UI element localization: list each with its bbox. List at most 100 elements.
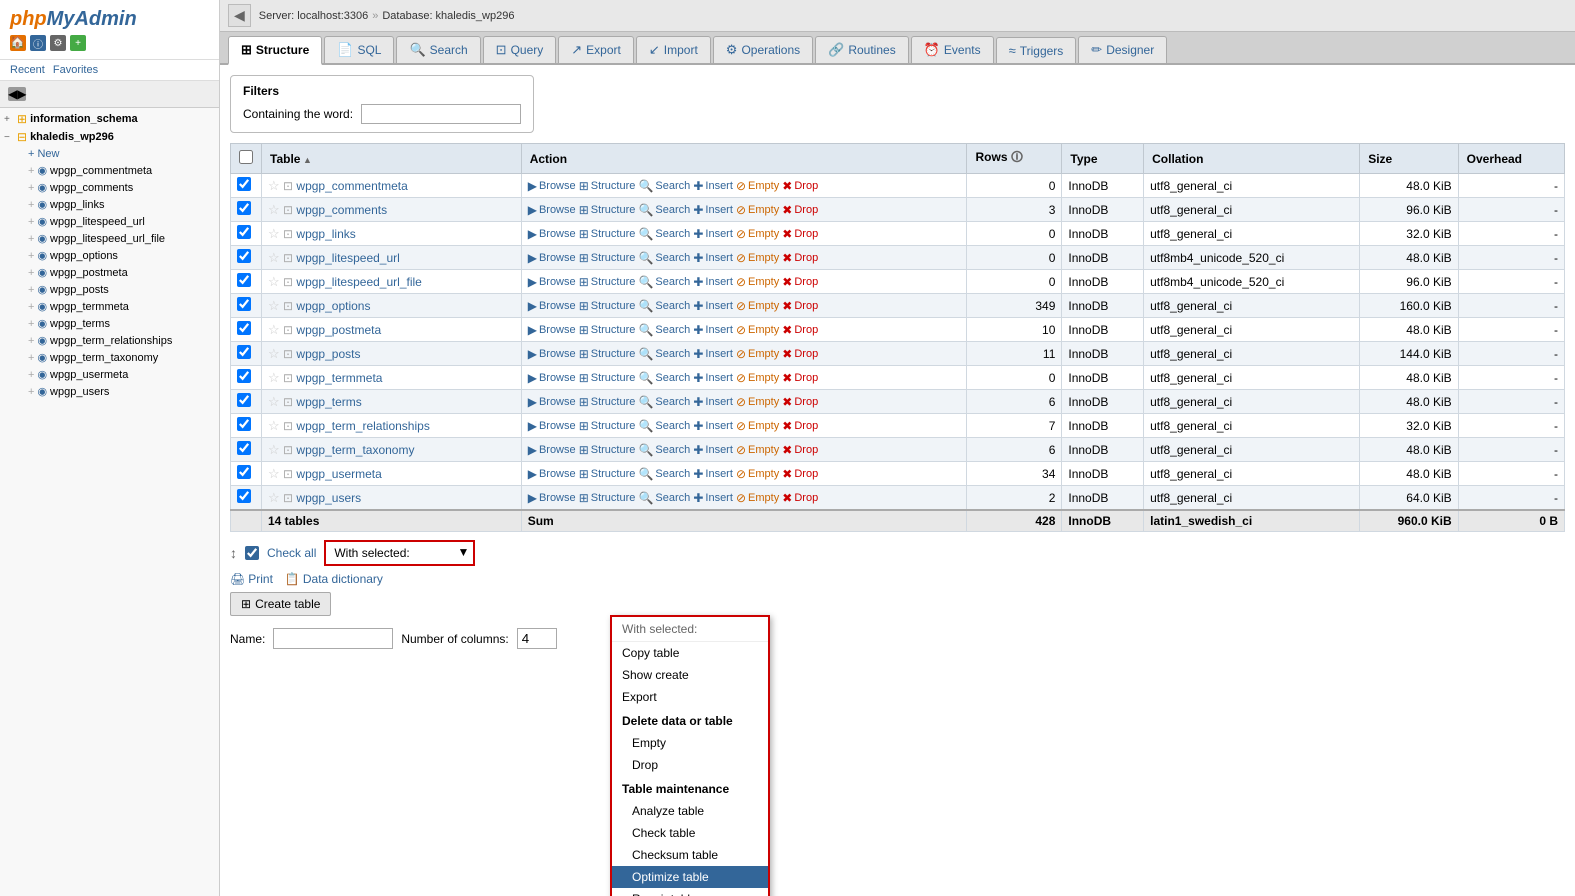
sidebar-item-wpgp-litespeed-url-file[interactable]: + ◉ wpgp_litespeed_url_file [0, 230, 219, 247]
drop-button[interactable]: ✖ Drop [782, 371, 818, 385]
table-name-input[interactable] [273, 628, 393, 649]
table-copy-icon[interactable]: ⊡ [283, 395, 293, 409]
sidebar-item-wpgp-terms[interactable]: + ◉ wpgp_terms [0, 315, 219, 332]
sidebar-item-wpgp-options[interactable]: + ◉ wpgp_options [0, 247, 219, 264]
empty-button[interactable]: ⊘ Empty [736, 467, 779, 481]
favorite-star-icon[interactable]: ☆ [268, 178, 280, 193]
drop-button[interactable]: ✖ Drop [782, 299, 818, 313]
favorite-star-icon[interactable]: ☆ [268, 370, 280, 385]
table-copy-icon[interactable]: ⊡ [283, 251, 293, 265]
table-copy-icon[interactable]: ⊡ [283, 371, 293, 385]
tab-events[interactable]: ⏰ Events [911, 36, 994, 63]
tab-export[interactable]: ↗ Export [558, 36, 634, 63]
row-checkbox[interactable] [237, 177, 251, 191]
favorite-star-icon[interactable]: ☆ [268, 298, 280, 313]
favorite-star-icon[interactable]: ☆ [268, 202, 280, 217]
empty-button[interactable]: ⊘ Empty [736, 395, 779, 409]
dropdown-item[interactable]: Show create [612, 664, 768, 686]
insert-button[interactable]: ✚ Insert [693, 179, 733, 193]
table-name-link[interactable]: wpgp_term_relationships [296, 419, 429, 433]
create-table-button[interactable]: ⊞ Create table [230, 592, 331, 616]
sidebar-item-wpgp-links[interactable]: + ◉ wpgp_links [0, 196, 219, 213]
insert-button[interactable]: ✚ Insert [693, 275, 733, 289]
drop-button[interactable]: ✖ Drop [782, 227, 818, 241]
row-checkbox[interactable] [237, 369, 251, 383]
table-name-link[interactable]: wpgp_termmeta [296, 371, 382, 385]
browse-button[interactable]: ▶ Browse [528, 203, 576, 217]
table-name-link[interactable]: wpgp_comments [296, 203, 387, 217]
search-button[interactable]: 🔍 Search [638, 323, 690, 337]
browse-button[interactable]: ▶ Browse [528, 227, 576, 241]
table-copy-icon[interactable]: ⊡ [283, 275, 293, 289]
empty-button[interactable]: ⊘ Empty [736, 347, 779, 361]
table-name-link[interactable]: wpgp_litespeed_url_file [296, 275, 421, 289]
row-checkbox[interactable] [237, 297, 251, 311]
select-all-checkbox[interactable] [239, 150, 253, 164]
search-button[interactable]: 🔍 Search [638, 179, 690, 193]
table-name-link[interactable]: wpgp_term_taxonomy [296, 443, 414, 457]
sidebar-item-wpgp-comments[interactable]: + ◉ wpgp_comments [0, 179, 219, 196]
insert-button[interactable]: ✚ Insert [693, 251, 733, 265]
structure-button[interactable]: ⊞ Structure [579, 443, 636, 457]
row-checkbox[interactable] [237, 201, 251, 215]
dropdown-item[interactable]: Check table [612, 822, 768, 844]
browse-button[interactable]: ▶ Browse [528, 323, 576, 337]
favorite-star-icon[interactable]: ☆ [268, 322, 280, 337]
favorite-star-icon[interactable]: ☆ [268, 226, 280, 241]
table-copy-icon[interactable]: ⊡ [283, 179, 293, 193]
row-checkbox[interactable] [237, 273, 251, 287]
empty-button[interactable]: ⊘ Empty [736, 371, 779, 385]
search-button[interactable]: 🔍 Search [638, 251, 690, 265]
th-table[interactable]: Table [262, 144, 522, 174]
tab-structure[interactable]: ⊞ Structure [228, 36, 322, 65]
empty-button[interactable]: ⊘ Empty [736, 275, 779, 289]
with-selected-select[interactable]: With selected:Copy tableShow createExpor… [324, 540, 475, 566]
insert-button[interactable]: ✚ Insert [693, 227, 733, 241]
structure-button[interactable]: ⊞ Structure [579, 227, 636, 241]
sidebar-item-wpgp-commentmeta[interactable]: + ◉ wpgp_commentmeta [0, 162, 219, 179]
browse-button[interactable]: ▶ Browse [528, 419, 576, 433]
dropdown-item[interactable]: Drop [612, 754, 768, 776]
search-button[interactable]: 🔍 Search [638, 419, 690, 433]
drop-button[interactable]: ✖ Drop [782, 179, 818, 193]
drop-button[interactable]: ✖ Drop [782, 395, 818, 409]
browse-button[interactable]: ▶ Browse [528, 467, 576, 481]
table-copy-icon[interactable]: ⊡ [283, 443, 293, 457]
structure-button[interactable]: ⊞ Structure [579, 491, 636, 505]
table-name-link[interactable]: wpgp_postmeta [296, 323, 381, 337]
row-checkbox[interactable] [237, 225, 251, 239]
sidebar-item-new[interactable]: + New [0, 146, 219, 162]
table-name-link[interactable]: wpgp_usermeta [296, 467, 381, 481]
row-checkbox[interactable] [237, 417, 251, 431]
favorite-star-icon[interactable]: ☆ [268, 394, 280, 409]
row-checkbox[interactable] [237, 393, 251, 407]
table-name-link[interactable]: wpgp_posts [296, 347, 360, 361]
favorite-star-icon[interactable]: ☆ [268, 346, 280, 361]
structure-button[interactable]: ⊞ Structure [579, 371, 636, 385]
row-checkbox[interactable] [237, 345, 251, 359]
sidebar-item-wpgp-postmeta[interactable]: + ◉ wpgp_postmeta [0, 264, 219, 281]
sidebar-item-wpgp-litespeed-url[interactable]: + ◉ wpgp_litespeed_url [0, 213, 219, 230]
favorite-star-icon[interactable]: ☆ [268, 418, 280, 433]
search-button[interactable]: 🔍 Search [638, 299, 690, 313]
structure-button[interactable]: ⊞ Structure [579, 179, 636, 193]
structure-button[interactable]: ⊞ Structure [579, 203, 636, 217]
dropdown-item[interactable]: Empty [612, 732, 768, 754]
table-copy-icon[interactable]: ⊡ [283, 203, 293, 217]
structure-button[interactable]: ⊞ Structure [579, 323, 636, 337]
insert-button[interactable]: ✚ Insert [693, 371, 733, 385]
tab-sql[interactable]: 📄 SQL [324, 36, 394, 63]
structure-button[interactable]: ⊞ Structure [579, 467, 636, 481]
drop-button[interactable]: ✖ Drop [782, 251, 818, 265]
structure-button[interactable]: ⊞ Structure [579, 275, 636, 289]
drop-button[interactable]: ✖ Drop [782, 347, 818, 361]
insert-button[interactable]: ✚ Insert [693, 467, 733, 481]
table-copy-icon[interactable]: ⊡ [283, 491, 293, 505]
dropdown-item[interactable]: Repair table [612, 888, 768, 896]
drop-button[interactable]: ✖ Drop [782, 323, 818, 337]
search-button[interactable]: 🔍 Search [638, 203, 690, 217]
table-copy-icon[interactable]: ⊡ [283, 323, 293, 337]
drop-button[interactable]: ✖ Drop [782, 443, 818, 457]
empty-button[interactable]: ⊘ Empty [736, 491, 779, 505]
favorite-star-icon[interactable]: ☆ [268, 442, 280, 457]
